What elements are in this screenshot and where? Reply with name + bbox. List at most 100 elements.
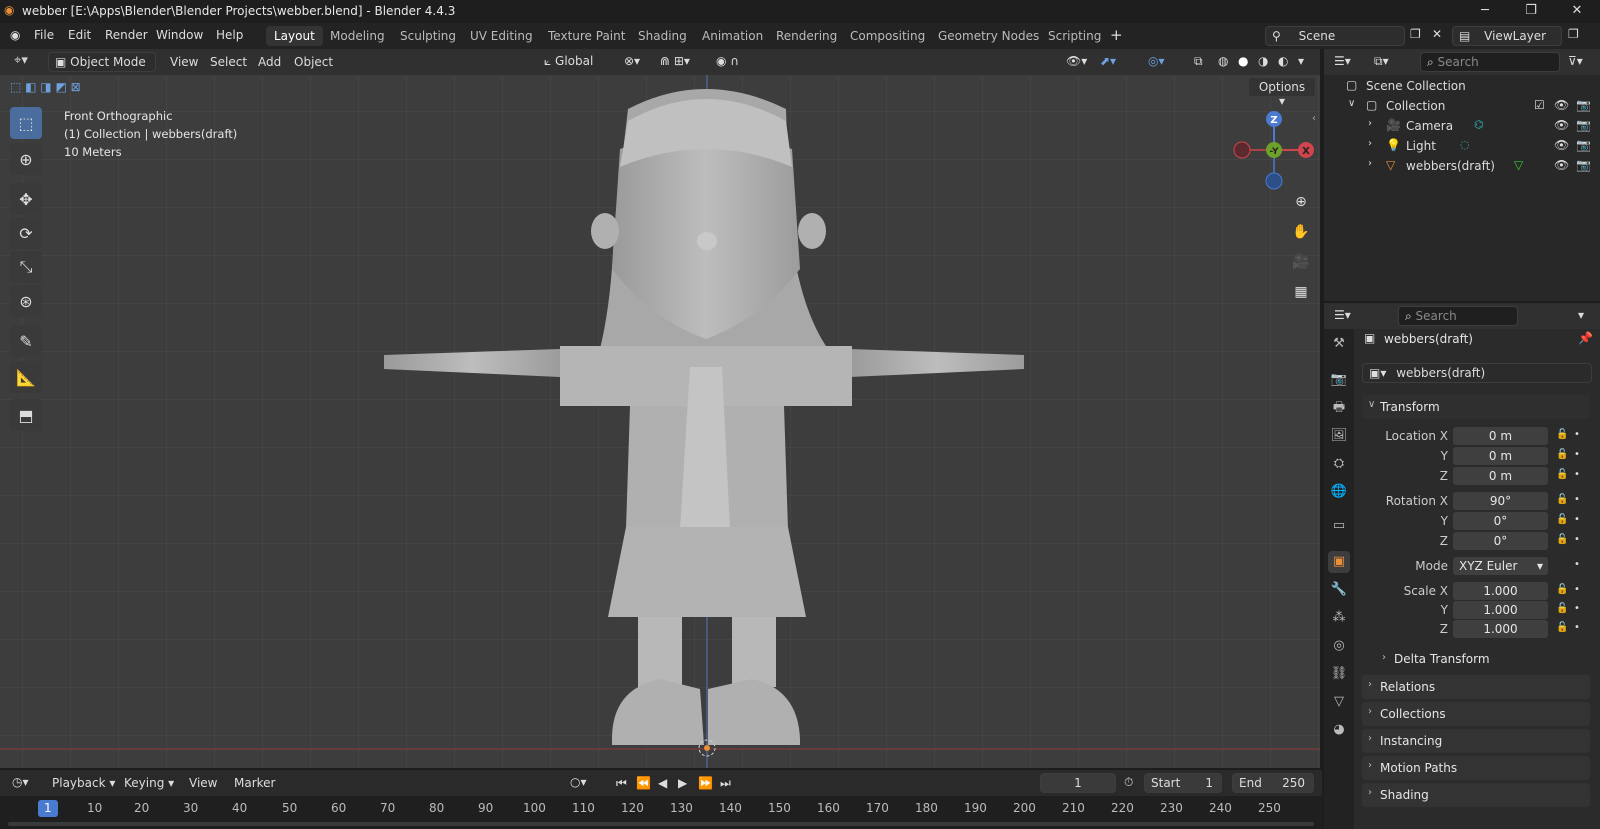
cursor-tool[interactable]: ⊕ <box>10 143 42 175</box>
visibility-icon[interactable]: 👁▾ <box>1066 54 1087 68</box>
3d-viewport[interactable]: Z X -Y ⌖▾ ▣ Object Mode View Select Add … <box>0 49 1322 768</box>
keyframe-dot-icon[interactable]: • <box>1574 534 1580 545</box>
lock-icon[interactable]: 🔓 <box>1556 534 1568 545</box>
tab-compositing[interactable]: Compositing <box>842 26 933 46</box>
keyframe-dot-icon[interactable]: • <box>1574 622 1580 633</box>
mode-selector[interactable]: ▣ Object Mode <box>48 52 156 72</box>
rotate-tool[interactable]: ⟳ <box>10 217 42 249</box>
timeline-menu-view[interactable]: View <box>189 776 217 790</box>
start-frame-field[interactable]: Start 1 <box>1144 773 1222 793</box>
lock-icon[interactable]: 🔓 <box>1556 429 1568 440</box>
camera-data-icon[interactable]: ⌬ <box>1474 118 1484 131</box>
annotate-tool[interactable]: ✎ <box>10 325 42 357</box>
view-layer-tab-icon[interactable]: 🖼 <box>1328 425 1350 447</box>
tab-uv-editing[interactable]: UV Editing <box>462 26 541 46</box>
sidebar-toggle-icon[interactable]: ‹ <box>1312 113 1316 124</box>
measure-tool[interactable]: 📐 <box>10 361 42 393</box>
exclude-checkbox[interactable]: ☑ <box>1534 98 1545 112</box>
world-tab-icon[interactable]: 🌐 <box>1328 481 1350 503</box>
proportional-edit-icon[interactable]: ◉ ∩ <box>716 54 739 68</box>
tab-scripting[interactable]: Scripting <box>1040 26 1109 46</box>
motion-paths-panel[interactable]: › Motion Paths <box>1362 756 1590 780</box>
add-workspace-icon[interactable]: + <box>1110 26 1123 44</box>
end-frame-field[interactable]: End 250 <box>1232 773 1314 793</box>
eye-icon[interactable]: 👁 <box>1554 138 1569 152</box>
move-tool[interactable]: ✥ <box>10 183 42 215</box>
location-y-field[interactable]: 0 m <box>1453 447 1548 465</box>
render-tab-icon[interactable]: 📷 <box>1328 369 1350 391</box>
view-layer-selector[interactable]: ▤ ViewLayer <box>1452 26 1562 46</box>
overlay-toggle-icon[interactable]: ◎▾ <box>1148 54 1165 68</box>
viewport-menu-add[interactable]: Add <box>258 55 281 69</box>
pan-hand-icon[interactable]: ✋ <box>1288 219 1314 245</box>
location-z-field[interactable]: 0 m <box>1453 467 1548 485</box>
tool-tab-icon[interactable]: ⚒ <box>1328 333 1350 355</box>
properties-search-input[interactable]: ⌕ Search <box>1398 306 1518 326</box>
relations-panel[interactable]: › Relations <box>1362 675 1590 699</box>
jump-keyframe-forward-icon[interactable]: ⏩ <box>698 776 713 790</box>
object-tab-icon[interactable]: ▣ <box>1328 551 1350 573</box>
light-data-icon[interactable]: ◌ <box>1460 138 1470 151</box>
wireframe-shading-icon[interactable]: ◍ <box>1218 54 1228 68</box>
viewport-menu-select[interactable]: Select <box>210 55 247 69</box>
mesh-data-icon[interactable]: ▽ <box>1514 158 1523 172</box>
timeline-menu-keying[interactable]: Keying ▾ <box>124 776 174 790</box>
camera-view-icon[interactable]: 🎥 <box>1288 249 1314 275</box>
display-mode-icon[interactable]: ⧉▾ <box>1374 54 1389 69</box>
menu-file[interactable]: File <box>34 28 54 42</box>
keyframe-dot-icon[interactable]: • <box>1574 494 1580 505</box>
timeline-scrollbar[interactable] <box>8 822 1314 826</box>
tab-sculpting[interactable]: Sculpting <box>392 26 464 46</box>
orientation-selector[interactable]: ⟀ Global <box>538 52 616 72</box>
stopwatch-icon[interactable]: ⏱ <box>1124 775 1133 790</box>
outliner-search-input[interactable]: ⌕ Search <box>1420 52 1560 72</box>
delta-transform-panel[interactable]: › Delta Transform <box>1376 649 1590 669</box>
scale-z-field[interactable]: 1.000 <box>1453 620 1548 638</box>
outliner-row-webbers[interactable]: › ▽ webbers(draft) ▽ 👁 📷 <box>1324 157 1600 177</box>
current-frame-field[interactable]: 1 <box>1040 773 1116 793</box>
editor-type-icon[interactable]: ⌖▾ <box>14 53 28 68</box>
scene-tab-icon[interactable]: ⛭ <box>1328 453 1350 475</box>
outliner-row-camera[interactable]: › 🎥 Camera ⌬ 👁 📷 <box>1324 117 1600 137</box>
pivot-icon[interactable]: ⊗▾ <box>624 54 640 68</box>
rotation-mode-select[interactable]: XYZ Euler ▾ <box>1453 557 1548 575</box>
timeline-menu-playback[interactable]: Playback ▾ <box>52 776 115 790</box>
gizmo-toggle-icon[interactable]: ⬈▾ <box>1100 54 1116 68</box>
expand-chevron-icon[interactable]: › <box>1368 138 1372 149</box>
properties-editor-icon[interactable]: ☰▾ <box>1334 308 1351 322</box>
lock-icon[interactable]: 🔓 <box>1556 449 1568 460</box>
filter-icon[interactable]: ⊽▾ <box>1568 54 1583 68</box>
expand-chevron-icon[interactable]: › <box>1368 158 1372 169</box>
jump-end-icon[interactable]: ⏭ <box>720 776 731 791</box>
lock-icon[interactable]: 🔓 <box>1556 584 1568 595</box>
properties-options-icon[interactable]: ▾ <box>1578 308 1584 322</box>
tab-geometry-nodes[interactable]: Geometry Nodes <box>930 26 1047 46</box>
render-camera-icon[interactable]: 📷 <box>1576 98 1591 112</box>
expand-chevron-icon[interactable]: ∨ <box>1348 98 1355 109</box>
constraints-tab-icon[interactable]: ⛓ <box>1328 663 1350 685</box>
scale-tool[interactable]: ⤡ <box>10 251 42 283</box>
instancing-panel[interactable]: › Instancing <box>1362 729 1590 753</box>
data-tab-icon[interactable]: ▽ <box>1328 691 1350 713</box>
lock-icon[interactable]: 🔓 <box>1556 622 1568 633</box>
outliner-editor-icon[interactable]: ☰▾ <box>1334 54 1351 68</box>
physics-tab-icon[interactable]: ◎ <box>1328 635 1350 657</box>
viewport-menu-object[interactable]: Object <box>294 55 333 69</box>
outliner-row-collection[interactable]: ∨ ▢ Collection ☑ 👁 📷 <box>1324 97 1600 117</box>
new-view-layer-icon[interactable]: ❐ <box>1568 27 1579 41</box>
outliner-row-scene-collection[interactable]: ▢ Scene Collection <box>1324 77 1600 97</box>
render-camera-icon[interactable]: 📷 <box>1576 158 1591 172</box>
select-box-tool[interactable]: ⬚ <box>10 107 42 139</box>
expand-chevron-icon[interactable]: › <box>1368 118 1372 129</box>
add-cube-tool[interactable]: ⬒ <box>10 399 42 431</box>
options-button[interactable]: Options ▾ <box>1248 77 1316 108</box>
keyframe-dot-icon[interactable]: • <box>1574 469 1580 480</box>
tab-modeling[interactable]: Modeling <box>322 26 393 46</box>
lock-icon[interactable]: 🔓 <box>1556 603 1568 614</box>
shading-options-icon[interactable]: ▾ <box>1298 54 1304 68</box>
shading-panel[interactable]: › Shading <box>1362 783 1590 807</box>
xray-icon[interactable]: ⧉ <box>1194 54 1203 69</box>
lock-icon[interactable]: 🔓 <box>1556 514 1568 525</box>
solid-shading-icon[interactable]: ● <box>1238 54 1248 68</box>
play-icon[interactable]: ▶ <box>678 776 687 790</box>
